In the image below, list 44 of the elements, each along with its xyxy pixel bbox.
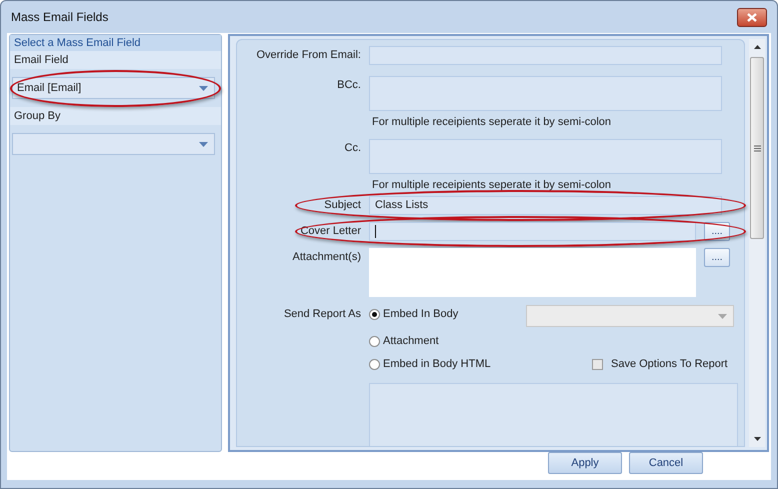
dropdown[interactable] xyxy=(12,133,215,155)
window-title: Mass Email Fields xyxy=(11,10,108,24)
text-area[interactable] xyxy=(369,139,722,174)
close-icon xyxy=(747,12,757,22)
hint-text: For multiple receipients seperate it by semi-colon xyxy=(371,115,612,128)
browse-button[interactable]: .... xyxy=(704,248,730,267)
checkbox-option[interactable]: Save Options To Report xyxy=(525,355,738,373)
text-field[interactable]: Class Lists xyxy=(369,196,722,215)
text-field[interactable] xyxy=(369,46,722,65)
hint-text: For multiple receipients seperate it by semi-colon xyxy=(371,178,612,191)
text-cursor xyxy=(375,225,376,238)
radio-option[interactable]: Embed in Body HTML xyxy=(369,355,519,373)
radio-option[interactable]: Attachment xyxy=(369,332,519,350)
scrollbar[interactable] xyxy=(749,39,765,447)
radio-button[interactable] xyxy=(369,358,380,370)
dialog-button[interactable]: Cancel xyxy=(629,452,703,474)
radio-button[interactable] xyxy=(369,336,380,346)
radio-button[interactable] xyxy=(369,308,380,320)
field-label: Send Report As xyxy=(282,307,361,322)
close-button[interactable] xyxy=(737,8,767,26)
dropdown-arrow-icon xyxy=(199,142,208,146)
grip-icon xyxy=(754,144,760,152)
scroll-up-icon[interactable] xyxy=(754,45,760,49)
field-label: Group By xyxy=(10,107,221,125)
checkbox[interactable] xyxy=(592,358,603,370)
field-label: Override From Email: xyxy=(255,48,361,61)
dropdown[interactable]: Email [Email] xyxy=(12,77,215,99)
scroll-thumb[interactable] xyxy=(750,57,764,239)
dropdown-arrow-icon xyxy=(199,86,208,90)
browse-button[interactable]: .... xyxy=(704,222,730,241)
field-label: Subject xyxy=(323,198,361,211)
radio-option[interactable]: Embed In Body xyxy=(369,305,519,323)
field-label: Attachment(s) xyxy=(292,250,361,263)
text-field[interactable] xyxy=(369,222,696,241)
text-area[interactable] xyxy=(369,76,722,111)
dropdown-arrow-icon xyxy=(718,314,727,318)
panel-header: Select a Mass Email Field xyxy=(10,35,221,51)
field-label: Email Field xyxy=(10,51,221,69)
field-label: BCc. xyxy=(336,78,361,91)
dialog-button[interactable]: Apply xyxy=(548,452,622,474)
scroll-down-icon[interactable] xyxy=(754,437,760,441)
dropdown[interactable] xyxy=(526,305,734,327)
field-label: Cover Letter xyxy=(299,224,361,237)
field-label: Cc. xyxy=(344,141,361,154)
